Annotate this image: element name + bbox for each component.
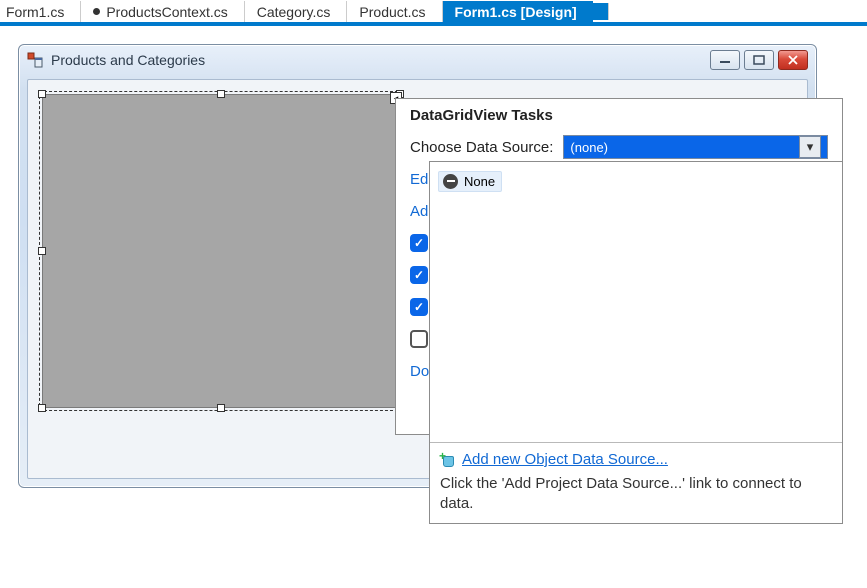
- datasource-selected: (none): [570, 140, 608, 155]
- tab-pin-button[interactable]: ⠀: [593, 3, 609, 20]
- datasource-hint: Click the 'Add Project Data Source...' l…: [440, 474, 832, 515]
- datasource-dropdown: None + Add new Object Data Source... Cli…: [429, 161, 843, 524]
- resize-handle[interactable]: [38, 247, 46, 255]
- form-title: Products and Categories: [51, 52, 205, 68]
- tasks-title: DataGridView Tasks: [410, 107, 828, 124]
- tab-category-cs[interactable]: Category.cs: [245, 1, 348, 22]
- tab-label: Form1.cs [Design]: [455, 4, 577, 20]
- resize-handle[interactable]: [38, 404, 46, 412]
- pin-icon: ⠀: [595, 3, 605, 20]
- form-icon: [27, 52, 43, 68]
- dropdown-footer: + Add new Object Data Source... Click th…: [430, 442, 842, 523]
- document-tab-strip: Form1.cs ProductsContext.cs Category.cs …: [0, 0, 867, 26]
- tab-label: Product.cs: [359, 4, 425, 20]
- maximize-button[interactable]: [744, 50, 774, 70]
- resize-handle[interactable]: [217, 90, 225, 98]
- add-object-datasource-link[interactable]: Add new Object Data Source...: [462, 451, 668, 468]
- tab-label: ProductsContext.cs: [106, 4, 227, 20]
- combo-dropdown-button[interactable]: ▾: [799, 136, 821, 158]
- add-datasource-icon: +: [440, 453, 454, 467]
- choose-datasource-label: Choose Data Source:: [410, 139, 553, 156]
- datasource-combo[interactable]: (none) ▾: [563, 135, 828, 159]
- none-label: None: [464, 174, 495, 189]
- tab-form1-cs[interactable]: Form1.cs: [4, 1, 81, 22]
- form-titlebar: Products and Categories: [19, 45, 816, 75]
- chevron-down-icon: ▾: [807, 139, 814, 155]
- add-datasource-row: + Add new Object Data Source...: [440, 451, 832, 468]
- resize-handle[interactable]: [38, 90, 46, 98]
- close-button[interactable]: [778, 50, 808, 70]
- datagridview-control[interactable]: ◂: [42, 94, 400, 408]
- tab-label: Form1.cs: [6, 4, 64, 20]
- tab-product-cs[interactable]: Product.cs: [347, 1, 442, 22]
- datagridview-surface[interactable]: [42, 94, 400, 408]
- dock-link[interactable]: Do: [410, 363, 429, 380]
- datasource-tree[interactable]: None: [430, 162, 842, 442]
- datasource-none-item[interactable]: None: [438, 171, 502, 192]
- tab-productscontext-cs[interactable]: ProductsContext.cs: [81, 1, 244, 22]
- tab-label: Category.cs: [257, 4, 331, 20]
- none-icon: [443, 174, 458, 189]
- tab-form1-design[interactable]: Form1.cs [Design]: [443, 1, 593, 22]
- minimize-button[interactable]: [710, 50, 740, 70]
- resize-handle[interactable]: [217, 404, 225, 412]
- enable-column-reorder-checkbox[interactable]: [410, 330, 428, 348]
- enable-deleting-checkbox[interactable]: [410, 298, 428, 316]
- choose-datasource-row: Choose Data Source: (none) ▾: [410, 134, 828, 160]
- enable-editing-checkbox[interactable]: [410, 266, 428, 284]
- unsaved-dot-icon: [93, 8, 100, 15]
- add-column-link[interactable]: Ad: [410, 203, 428, 220]
- enable-adding-checkbox[interactable]: [410, 234, 428, 252]
- window-controls: [710, 50, 808, 70]
